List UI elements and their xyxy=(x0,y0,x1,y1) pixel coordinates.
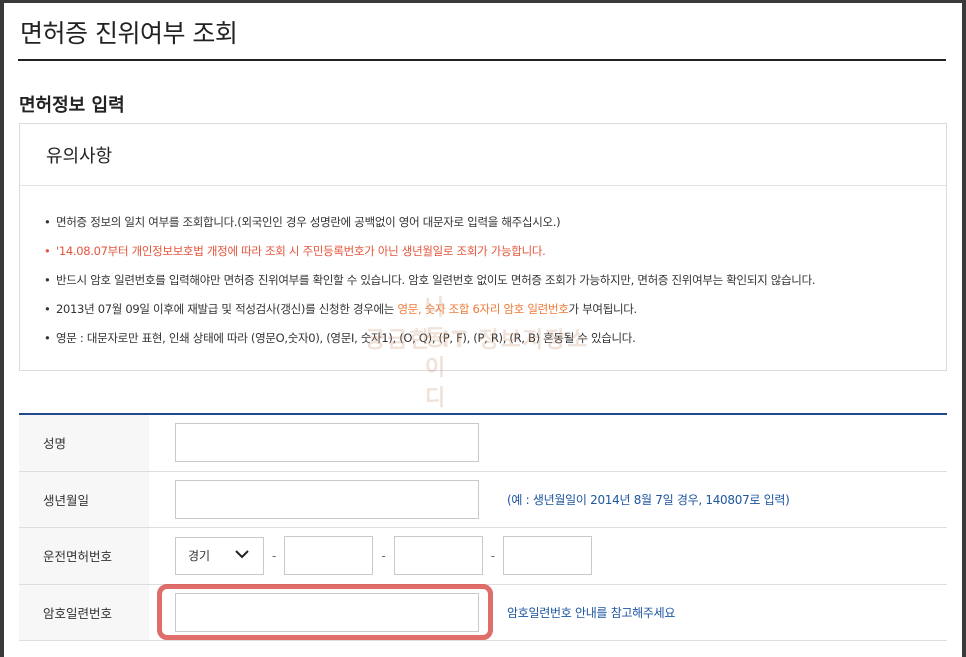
notice-heading: 유의사항 xyxy=(46,145,113,167)
notice-item-text: '14.08.07부터 개인정보보호법 개정에 따라 조회 시 주민등록번호가 … xyxy=(56,244,546,258)
bullet-icon: • xyxy=(44,215,51,229)
license-part-1-input[interactable] xyxy=(284,536,374,576)
notice-item: • 반드시 암호 일련번호를 입력해야만 면허증 진위여부를 확인할 수 있습니다… xyxy=(44,266,946,295)
license-field-cell: 경기 - - - xyxy=(149,528,947,584)
notice-box: 유의사항 • 면허증 정보의 일치 여부를 조회합니다.(외국인인 경우 성명란에… xyxy=(19,123,947,371)
form-row-name: 성명 xyxy=(19,415,947,472)
notice-item-prefix: 2013년 07월 09일 이후에 재발급 및 적성검사(갱신)를 신청한 경우… xyxy=(56,302,398,316)
notice-item-warning: • '14.08.07부터 개인정보보호법 개정에 따라 조회 시 주민등록번호가… xyxy=(44,237,946,266)
bullet-icon: • xyxy=(44,244,51,258)
page-title: 면허증 진위여부 조회 xyxy=(20,19,238,48)
form-row-license: 운전면허번호 경기 - - - xyxy=(19,528,947,585)
name-label: 성명 xyxy=(19,415,149,471)
serial-guide-link[interactable]: 암호일련번호 안내를 참고해주세요 xyxy=(507,604,675,621)
name-field-cell xyxy=(149,415,947,471)
license-form: 성명 생년월일 (예 : 생년월일이 2014년 8월 7일 경우, 14080… xyxy=(19,415,947,641)
notice-item-text: 반드시 암호 일련번호를 입력해야만 면허증 진위여부를 확인할 수 있습니다.… xyxy=(56,273,816,287)
birth-field-cell: (예 : 생년월일이 2014년 8월 7일 경우, 140807로 입력) xyxy=(149,472,947,528)
serial-label: 암호일련번호 xyxy=(19,584,149,640)
license-part-2-input[interactable] xyxy=(393,536,483,576)
region-select[interactable]: 경기 xyxy=(175,536,264,575)
notice-list: • 면허증 정보의 일치 여부를 조회합니다.(외국인인 경우 성명란에 공백없이… xyxy=(20,186,946,353)
notice-item: • 면허증 정보의 일치 여부를 조회합니다.(외국인인 경우 성명란에 공백없이… xyxy=(44,208,946,237)
title-divider xyxy=(18,59,946,61)
separator: - xyxy=(272,548,277,563)
birth-input[interactable] xyxy=(175,479,479,519)
notice-header: 유의사항 xyxy=(20,124,946,186)
serial-field-cell: 암호일련번호 안내를 참고해주세요 xyxy=(149,585,947,641)
notice-item-suffix: 가 부여됩니다. xyxy=(568,302,638,316)
notice-item-highlight: 영문, 숫자 조합 6자리 암호 일련번호 xyxy=(397,302,569,316)
bullet-icon: • xyxy=(44,302,51,316)
notice-item: • 영문 : 대문자로만 표현, 인쇄 상태에 따라 (영문O,숫자0), (영문… xyxy=(44,324,946,353)
separator: - xyxy=(381,548,386,563)
birth-hint: (예 : 생년월일이 2014년 8월 7일 경우, 140807로 입력) xyxy=(507,492,790,507)
bullet-icon: • xyxy=(44,273,51,287)
license-label: 운전면허번호 xyxy=(19,528,149,584)
region-selected-value: 경기 xyxy=(188,549,211,564)
notice-item: • 2013년 07월 09일 이후에 재발급 및 적성검사(갱신)를 신청한 경… xyxy=(44,295,946,324)
chevron-down-icon xyxy=(235,548,249,563)
separator: - xyxy=(490,548,496,563)
form-row-serial: 암호일련번호 암호일련번호 안내를 참고해주세요 xyxy=(19,584,947,641)
birth-label: 생년월일 xyxy=(19,471,149,527)
serial-number-input[interactable] xyxy=(175,592,479,632)
bullet-icon: • xyxy=(44,331,51,345)
license-part-3-input[interactable] xyxy=(503,536,593,576)
section-title: 면허정보 입력 xyxy=(19,95,125,116)
notice-item-text: 영문 : 대문자로만 표현, 인쇄 상태에 따라 (영문O,숫자0), (영문I… xyxy=(56,331,636,345)
name-input[interactable] xyxy=(175,423,479,463)
notice-item-text: 면허증 정보의 일치 여부를 조회합니다.(외국인인 경우 성명란에 공백없이 … xyxy=(56,215,561,229)
form-row-birth: 생년월일 (예 : 생년월일이 2014년 8월 7일 경우, 140807로 … xyxy=(19,471,947,528)
